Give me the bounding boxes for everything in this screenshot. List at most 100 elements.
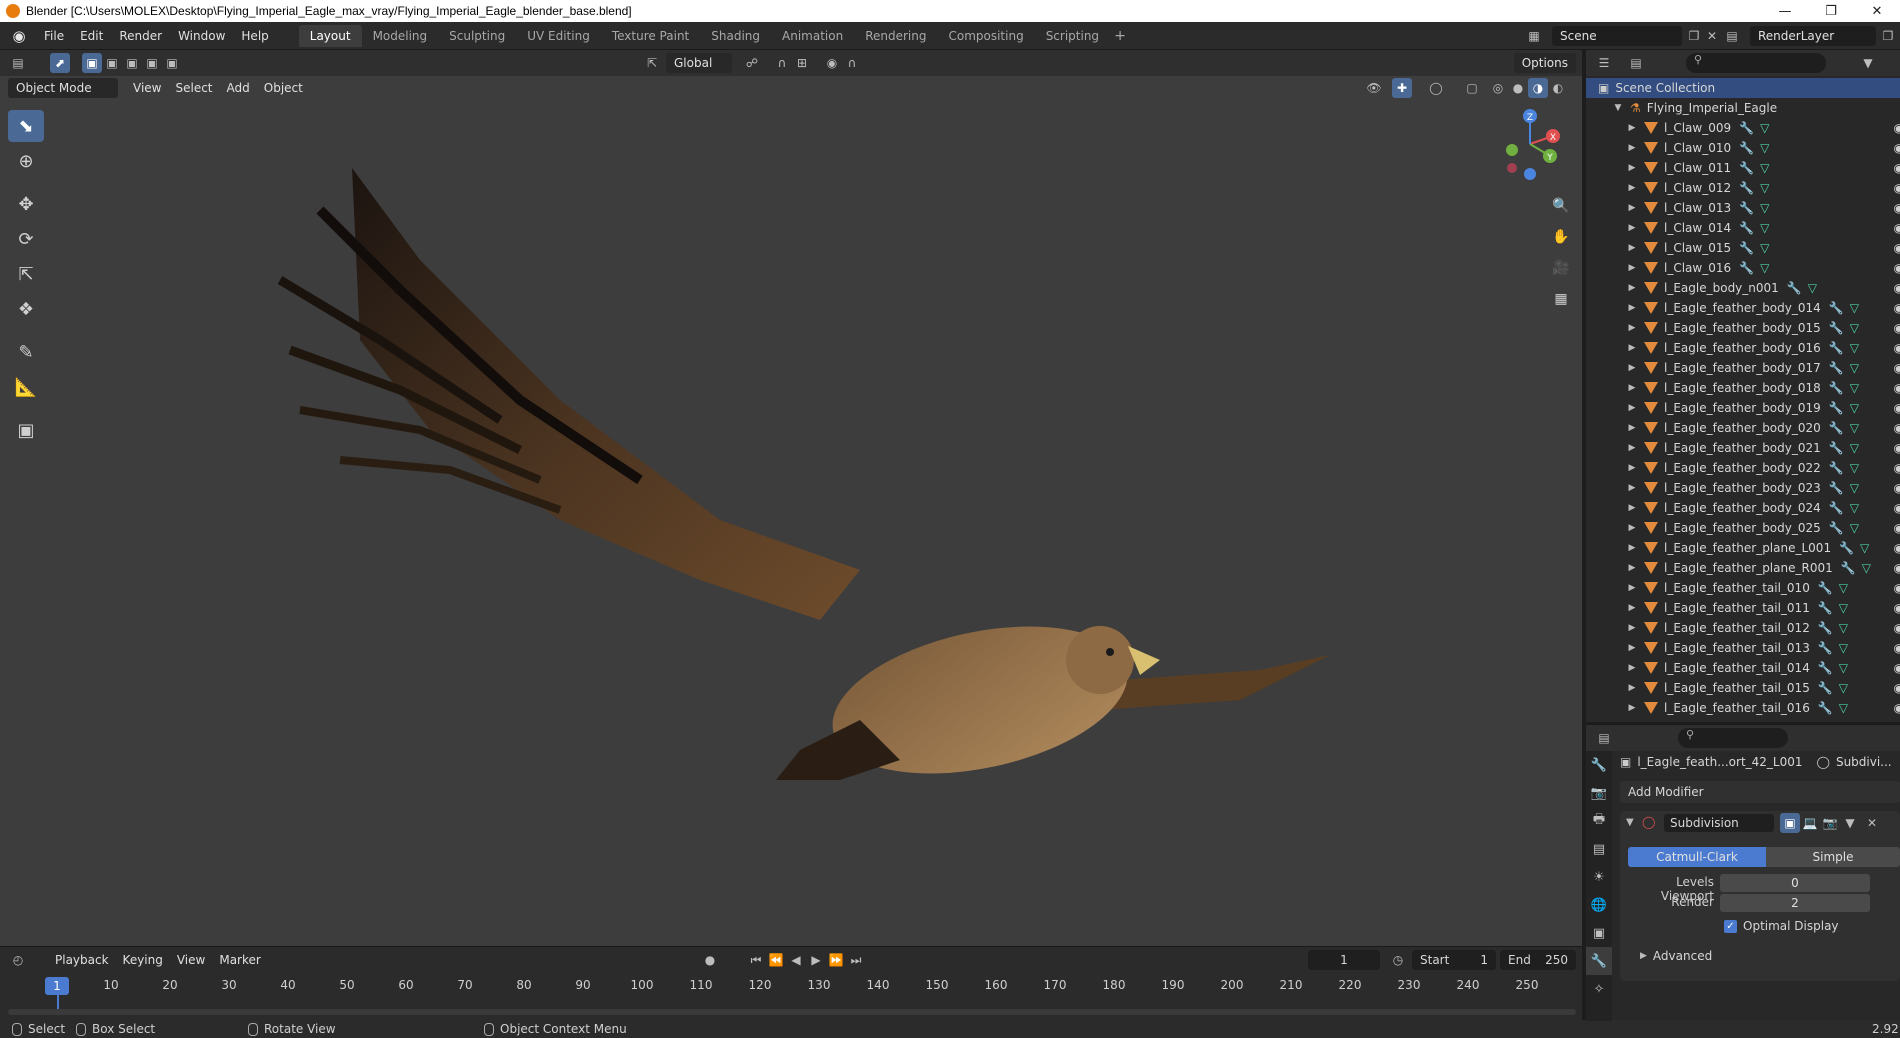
jump-to-keyframe-next-icon[interactable]: ⏩ — [826, 950, 846, 970]
new-scene-icon[interactable]: ❐ — [1684, 26, 1704, 46]
modifier-wrench-icon[interactable]: 🔧 — [1818, 681, 1833, 695]
mesh-data-icon[interactable]: ▽ — [1850, 421, 1859, 435]
mesh-data-icon[interactable]: ▽ — [1850, 381, 1859, 395]
outliner-item[interactable]: ▶ l_Eagle_feather_tail_010 🔧 ▽ ◉ — [1586, 578, 1900, 598]
visibility-eye-icon[interactable]: ◉ — [1894, 641, 1900, 655]
modifier-wrench-icon[interactable]: 🔧 — [1739, 261, 1754, 275]
mesh-data-icon[interactable]: ▽ — [1839, 641, 1848, 655]
properties-editor-type-icon[interactable]: ▤ — [1594, 728, 1614, 748]
modifier-wrench-icon[interactable]: 🔧 — [1829, 421, 1844, 435]
zoom-icon[interactable]: 🔍 — [1548, 193, 1574, 219]
visibility-eye-icon[interactable]: ◉ — [1894, 521, 1900, 535]
visibility-eye-icon[interactable]: ◉ — [1894, 181, 1900, 195]
select-mode-new-icon[interactable]: ▣ — [82, 53, 102, 73]
visibility-eye-icon[interactable]: ◉ — [1894, 141, 1900, 155]
view-layer-tab-icon[interactable]: ▤ — [1586, 835, 1612, 863]
visibility-eye-icon[interactable]: ◉ — [1894, 681, 1900, 695]
outliner-collection[interactable]: ▼ ⚗ Flying_Imperial_Eagle — [1586, 98, 1900, 118]
menu-window[interactable]: Window — [170, 25, 233, 47]
mesh-data-icon[interactable]: ▽ — [1760, 181, 1769, 195]
outliner-item[interactable]: ▶ l_Eagle_feather_body_014 🔧 ▽ ◉ — [1586, 298, 1900, 318]
options-dropdown[interactable]: Options — [1513, 53, 1576, 73]
mesh-data-icon[interactable]: ▽ — [1850, 441, 1859, 455]
tab-scripting[interactable]: Scripting — [1035, 25, 1110, 47]
select-mode-extend-icon[interactable]: ▣ — [102, 53, 122, 73]
xray-icon[interactable]: ▢ — [1462, 78, 1482, 98]
expand-arrow-icon[interactable]: ▶ — [1626, 363, 1638, 373]
viewport-menu-add[interactable]: Add — [220, 78, 257, 98]
modifier-wrench-icon[interactable]: 🔧 — [1739, 141, 1754, 155]
menu-edit[interactable]: Edit — [72, 25, 111, 47]
expand-arrow-icon[interactable]: ▶ — [1626, 223, 1638, 233]
expand-arrow-icon[interactable]: ▶ — [1626, 263, 1638, 273]
visibility-eye-icon[interactable]: ◉ — [1894, 481, 1900, 495]
visibility-eye-icon[interactable]: ◉ — [1894, 541, 1900, 555]
editor-type-icon[interactable]: ▤ — [8, 53, 28, 73]
tab-uv-editing[interactable]: UV Editing — [516, 25, 601, 47]
outliner-item[interactable]: ▶ l_Claw_015 🔧 ▽ ◉ — [1586, 238, 1900, 258]
preview-range-icon[interactable]: ◷ — [1388, 950, 1408, 970]
snap-icon[interactable]: ∩ — [772, 53, 792, 73]
outliner-item[interactable]: ▶ l_Eagle_feather_body_025 🔧 ▽ ◉ — [1586, 518, 1900, 538]
tab-rendering[interactable]: Rendering — [854, 25, 937, 47]
collapse-arrow-icon[interactable]: ▼ — [1612, 103, 1624, 113]
expand-arrow-icon[interactable]: ▶ — [1626, 123, 1638, 133]
outliner-item[interactable]: ▶ l_Eagle_feather_tail_014 🔧 ▽ ◉ — [1586, 658, 1900, 678]
mesh-data-icon[interactable]: ▽ — [1850, 321, 1859, 335]
snap-target-icon[interactable]: ⊞ — [792, 53, 812, 73]
mesh-data-icon[interactable]: ▽ — [1850, 401, 1859, 415]
modifier-wrench-icon[interactable]: 🔧 — [1829, 361, 1844, 375]
proportional-edit-icon[interactable]: ◉ — [822, 53, 842, 73]
mesh-data-icon[interactable]: ▽ — [1760, 121, 1769, 135]
eagle-model[interactable] — [0, 100, 1400, 780]
modifier-wrench-icon[interactable]: 🔧 — [1829, 381, 1844, 395]
maximize-icon[interactable]: ❐ — [1808, 0, 1854, 22]
tab-layout[interactable]: Layout — [298, 24, 362, 47]
outliner-scene-collection[interactable]: ▣ Scene Collection — [1586, 78, 1900, 98]
visibility-eye-icon[interactable]: ◉ — [1894, 501, 1900, 515]
modifier-wrench-icon[interactable]: 🔧 — [1818, 581, 1833, 595]
falloff-icon[interactable]: ∩ — [842, 53, 862, 73]
modifier-dropdown-icon[interactable]: ▼ — [1840, 813, 1860, 833]
modifier-wrench-icon[interactable]: 🔧 — [1839, 541, 1854, 555]
visibility-eye-icon[interactable]: ◉ — [1894, 381, 1900, 395]
jump-to-start-icon[interactable]: ⏮ — [746, 950, 766, 970]
outliner-item[interactable]: ▶ l_Eagle_feather_body_021 🔧 ▽ ◉ — [1586, 438, 1900, 458]
expand-arrow-icon[interactable]: ▶ — [1626, 583, 1638, 593]
start-frame-field[interactable]: Start 1 — [1412, 950, 1496, 970]
outliner-item[interactable]: ▶ l_Eagle_feather_body_018 🔧 ▽ ◉ — [1586, 378, 1900, 398]
expand-arrow-icon[interactable]: ▶ — [1626, 443, 1638, 453]
add-workspace-icon[interactable]: + — [1110, 28, 1130, 44]
modifier-wrench-icon[interactable]: 🔧 — [1818, 601, 1833, 615]
outliner-item[interactable]: ▶ l_Claw_011 🔧 ▽ ◉ — [1586, 158, 1900, 178]
expand-arrow-icon[interactable]: ▶ — [1626, 543, 1638, 553]
filter-icon[interactable]: ▼ — [1858, 53, 1878, 73]
expand-arrow-icon[interactable]: ▶ — [1626, 523, 1638, 533]
mesh-data-icon[interactable]: ▽ — [1839, 681, 1848, 695]
3d-viewport[interactable]: ▤ ⬈ ▣ ▣ ▣ ▣ ▣ ⇱ Global ☍ ∩ ⊞ ◉ ∩ Options… — [0, 50, 1582, 946]
outliner-item[interactable]: ▶ l_Eagle_body_n001 🔧 ▽ ◉ — [1586, 278, 1900, 298]
play-reverse-icon[interactable]: ◀ — [786, 950, 806, 970]
expand-arrow-icon[interactable]: ▶ — [1626, 643, 1638, 653]
viewport-menu-select[interactable]: Select — [168, 78, 219, 98]
render-toggle-icon[interactable]: 📷 — [1820, 813, 1840, 833]
expand-arrow-icon[interactable]: ▶ — [1626, 623, 1638, 633]
expand-arrow-icon[interactable]: ▶ — [1626, 243, 1638, 253]
outliner-item[interactable]: ▶ l_Eagle_feather_tail_015 🔧 ▽ ◉ — [1586, 678, 1900, 698]
optimal-display-checkbox[interactable]: ✓ — [1724, 919, 1737, 933]
menu-file[interactable]: File — [36, 25, 72, 47]
outliner-item[interactable]: ▶ l_Eagle_feather_tail_016 🔧 ▽ ◉ — [1586, 698, 1900, 718]
expand-arrow-icon[interactable]: ▶ — [1626, 283, 1638, 293]
perspective-grid-icon[interactable]: ▦ — [1548, 286, 1574, 312]
outliner-item[interactable]: ▶ l_Eagle_feather_tail_012 🔧 ▽ ◉ — [1586, 618, 1900, 638]
auto-keying-icon[interactable]: ● — [700, 950, 720, 970]
visibility-eye-icon[interactable]: ◉ — [1894, 261, 1900, 275]
modifier-tab-icon[interactable]: 🔧 — [1586, 947, 1612, 975]
modifier-wrench-icon[interactable]: 🔧 — [1739, 241, 1754, 255]
visibility-eye-icon[interactable]: ◉ — [1894, 441, 1900, 455]
edit-mode-toggle-icon[interactable]: ▣ — [1780, 813, 1800, 833]
mesh-data-icon[interactable]: ▽ — [1860, 541, 1869, 555]
outliner-item[interactable]: ▶ l_Eagle_feather_plane_L001 🔧 ▽ ◉ — [1586, 538, 1900, 558]
properties-search-input[interactable]: ⚲ — [1678, 728, 1788, 748]
mesh-data-icon[interactable]: ▽ — [1839, 661, 1848, 675]
